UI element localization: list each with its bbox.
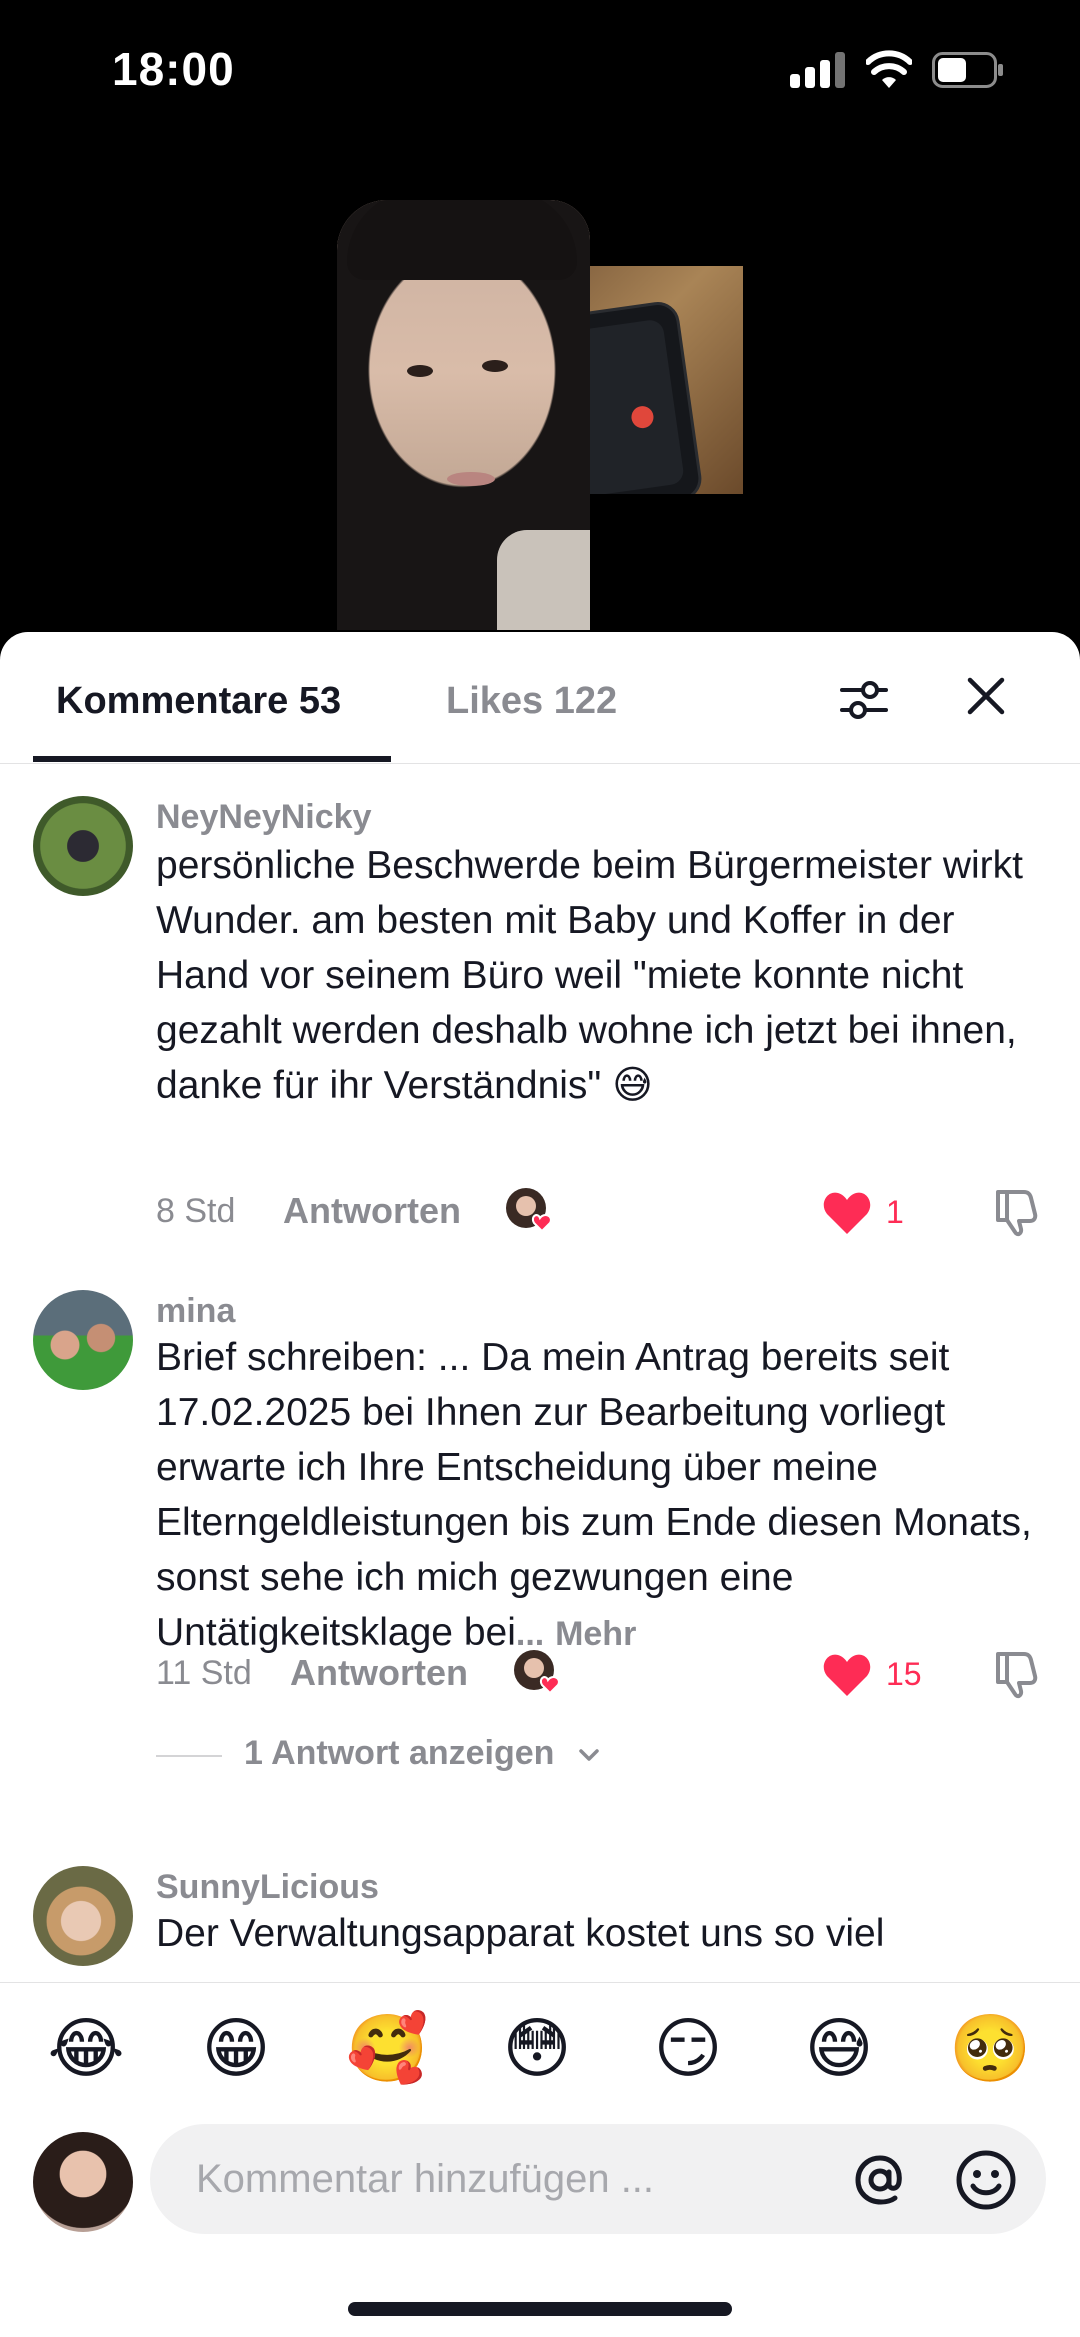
comment-text: Brief schreiben: ... Da mein Antrag bere… [156, 1330, 1056, 1662]
heart-icon [823, 1654, 871, 1696]
comment-username[interactable]: mina [156, 1292, 235, 1331]
comment-username[interactable]: NeyNeyNicky [156, 798, 371, 837]
active-tab-indicator [33, 756, 391, 762]
comment-actions: 8 Std Antworten 1 [156, 1184, 1056, 1244]
comment-time: 8 Std [156, 1192, 236, 1230]
video-person-image [337, 200, 590, 630]
avatar[interactable] [33, 796, 133, 896]
creator-liked-icon [514, 1650, 560, 1695]
comment-body: persönliche Beschwerde beim Bürgermeiste… [156, 844, 1024, 1107]
my-avatar [33, 2132, 133, 2232]
comment-input-container[interactable] [150, 2124, 1046, 2234]
emoji-button[interactable]: 🥰 [346, 2009, 428, 2089]
like-count: 1 [886, 1194, 904, 1230]
comments-sheet: Kommentare 53 Likes 122 NeyNeyNicky pers… [0, 632, 1080, 2337]
comment-text: Der Verwaltungsapparat kostet uns so vie… [156, 1912, 885, 1955]
heart-icon [823, 1192, 871, 1234]
emoji-button[interactable]: 😏 [648, 2009, 728, 2089]
like-button[interactable]: 15 [822, 1648, 942, 1700]
emoji-button[interactable]: 😁 [196, 2009, 276, 2089]
like-count: 15 [886, 1656, 922, 1692]
reply-button[interactable]: Antworten [290, 1652, 468, 1694]
filter-icon[interactable] [836, 672, 892, 728]
video-player[interactable] [0, 0, 1080, 640]
view-replies-label: 1 Antwort anzeigen [244, 1734, 555, 1772]
like-button[interactable]: 1 [822, 1186, 942, 1238]
avatar[interactable] [33, 1866, 133, 1966]
creator-liked-icon [506, 1188, 552, 1233]
divider [156, 1755, 222, 1757]
comment-body: Brief schreiben: ... Da mein Antrag bere… [156, 1336, 1032, 1654]
reply-button[interactable]: Antworten [283, 1190, 461, 1232]
emoji-quick-bar: 😂 😁 🥰 😳 😏 😅 🥺 [0, 1982, 1080, 2102]
emoji-button[interactable]: 😅 [799, 2009, 879, 2089]
chevron-down-icon [579, 1749, 599, 1761]
tab-bar: Kommentare 53 Likes 122 [0, 632, 1080, 764]
comment-emoji: 😅 [612, 1063, 653, 1108]
comment-item: NeyNeyNicky persönliche Beschwerde beim … [0, 796, 1080, 1256]
comment-input[interactable] [196, 2152, 796, 2206]
view-replies-button[interactable]: 1 Antwort anzeigen [156, 1730, 756, 1780]
comment-text: persönliche Beschwerde beim Bürgermeiste… [156, 838, 1056, 1113]
dislike-icon[interactable] [986, 1646, 1042, 1702]
comment-composer [0, 2102, 1080, 2252]
mention-icon[interactable] [850, 2150, 910, 2210]
emoji-button[interactable]: 😂 [46, 2009, 126, 2089]
close-icon[interactable] [962, 672, 1010, 720]
tab-comments[interactable]: Kommentare 53 [56, 680, 341, 723]
dislike-icon[interactable] [986, 1184, 1042, 1240]
comment-actions: 11 Std Antworten 15 [156, 1646, 1056, 1706]
comment-item: mina Brief schreiben: ... Da mein Antrag… [0, 1290, 1080, 1772]
comment-time: 11 Std [156, 1654, 252, 1692]
comment-list[interactable]: NeyNeyNicky persönliche Beschwerde beim … [0, 764, 1080, 2114]
comment-username[interactable]: SunnyLicious [156, 1868, 379, 1907]
emoji-picker-icon[interactable] [954, 2148, 1018, 2212]
tab-likes[interactable]: Likes 122 [446, 680, 617, 723]
avatar[interactable] [33, 1290, 133, 1390]
emoji-button[interactable]: 🥺 [949, 2009, 1031, 2089]
home-indicator[interactable] [348, 2302, 732, 2316]
emoji-button[interactable]: 😳 [497, 2009, 577, 2089]
